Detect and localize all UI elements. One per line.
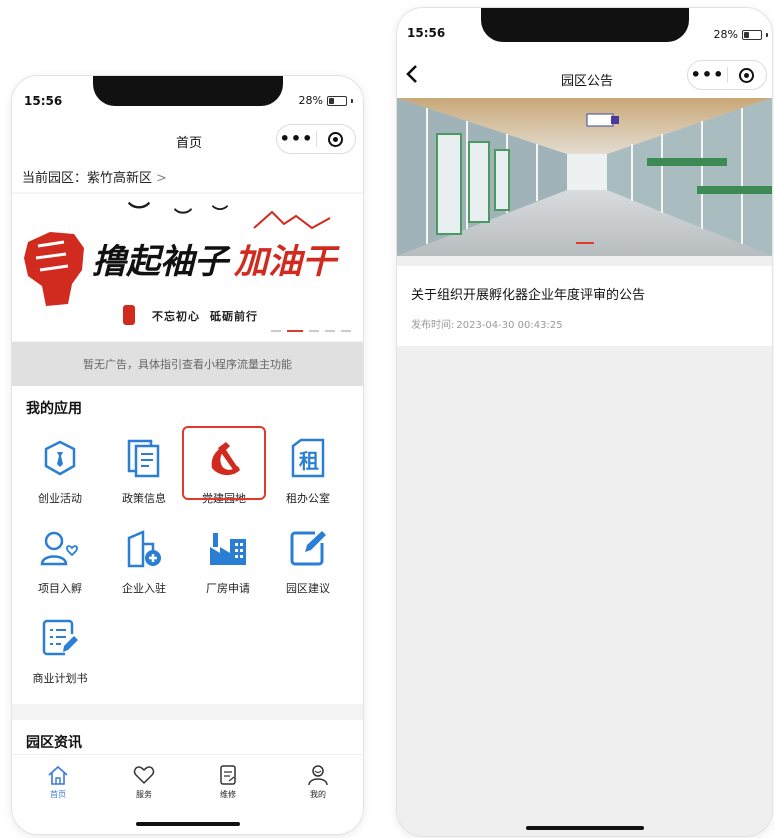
home-indicator (135, 822, 240, 826)
factory-icon (208, 528, 248, 568)
app-policy-info[interactable]: 政策信息 (104, 438, 184, 506)
close-miniprogram-button[interactable] (728, 67, 766, 83)
bird-icon: ︶ (174, 208, 192, 229)
section-title: 园区资讯 (26, 735, 82, 751)
page-title: 园区公告 (561, 74, 614, 89)
rent-building-icon: 租 (288, 438, 328, 478)
slogan-red: 加油干 (234, 242, 336, 282)
app-enterprise-settle[interactable]: 企业入驻 (104, 528, 184, 596)
app-park-suggestion[interactable]: 园区建议 (268, 528, 348, 596)
svg-text:租: 租 (299, 449, 319, 473)
tab-service[interactable]: 服务 (114, 763, 174, 800)
heart-icon (114, 763, 174, 787)
status-time: 15:56 (407, 26, 446, 40)
carousel-dots (575, 242, 594, 244)
checklist-pen-icon (40, 618, 80, 658)
hammer-sickle-icon (204, 438, 244, 478)
notice-time: 发布时间: 2023-04-30 00:43:25 (411, 316, 563, 331)
target-icon (739, 67, 755, 83)
app-business-plan[interactable]: 商业计划书 (20, 618, 100, 686)
bird-icon: ︶ (128, 202, 151, 227)
page-title: 首页 (176, 136, 203, 151)
notice-title: 关于组织开展孵化器企业年度评审的公告 (411, 288, 646, 303)
ad-placeholder: 暂无广告，具体指引查看小程序流量主功能 (12, 342, 363, 386)
edit-square-icon (288, 528, 328, 568)
app-startup-activities[interactable]: 创业活动 (20, 438, 100, 506)
time-label: 发布时间: (411, 320, 455, 331)
person-heart-icon (40, 528, 80, 568)
building-plus-icon (124, 528, 164, 568)
mountain-icon (253, 210, 331, 230)
shield-tie-icon (40, 438, 80, 478)
app-project-incubation[interactable]: 项目入孵 (20, 528, 100, 596)
time-value: 2023-04-30 00:43:25 (456, 320, 563, 331)
chevron-right-icon: > (156, 171, 167, 186)
tab-mine[interactable]: 我的 (288, 763, 348, 800)
banner-carousel[interactable]: ︶ ︶ ︶ 撸起袖子 加油干 不忘初心 砥砺前行 (12, 194, 363, 341)
section-title: 我的应用 (26, 401, 82, 417)
tab-repair[interactable]: 维修 (198, 763, 258, 800)
notch (92, 76, 283, 106)
mini-program-capsule: ••• (687, 60, 767, 90)
bird-icon: ︶ (212, 204, 229, 223)
slogan-black: 撸起袖子 (92, 242, 228, 282)
target-icon (328, 131, 344, 147)
home-icon (28, 763, 88, 787)
battery-percent: 28% (713, 28, 738, 41)
status-time: 15:56 (24, 94, 63, 108)
corridor-image (397, 98, 772, 256)
notice-detail-screen: 15:56 28% 园区公告 ••• 关于组织开展孵化器企业年度评审的公告 发布… (397, 8, 772, 836)
battery-percent: 28% (298, 94, 323, 107)
battery-icon (327, 95, 347, 106)
battery-indicator: 28% (299, 94, 353, 107)
app-factory-apply[interactable]: 厂房申请 (188, 528, 268, 596)
document-stack-icon (124, 438, 164, 478)
battery-indicator: 28% (714, 28, 768, 41)
home-indicator (525, 826, 644, 830)
more-button[interactable]: ••• (277, 125, 316, 153)
park-label: 当前园区：紫竹高新区 (22, 171, 153, 186)
app-party-building[interactable]: 党建园地 (182, 426, 266, 505)
park-selector[interactable]: 当前园区：紫竹高新区 > (22, 167, 167, 186)
carousel-dots (271, 330, 351, 332)
notice-item[interactable]: 关于组织开展孵化器企业年度评审的公告 发布时间: 2023-04-30 00:43… (397, 266, 772, 346)
fist-icon (24, 232, 84, 306)
banner-motto: 不忘初心 砥砺前行 (152, 310, 258, 323)
clipboard-icon (198, 763, 258, 787)
more-button[interactable]: ••• (688, 61, 727, 89)
home-screen: 15:56 28% 首页 ••• 当前园区：紫竹高新区 > ︶ ︶ ︶ 撸起袖子… (12, 76, 363, 834)
close-miniprogram-button[interactable] (317, 131, 355, 147)
header: 15:56 28% 首页 ••• 当前园区：紫竹高新区 > (12, 76, 363, 192)
back-chevron-icon (406, 65, 417, 83)
header: 15:56 28% 园区公告 ••• (397, 8, 772, 98)
battery-icon (742, 29, 762, 40)
tab-home[interactable]: 首页 (28, 763, 88, 800)
tab-bar: 首页 服务 维修 我的 (12, 754, 363, 834)
user-icon (288, 763, 348, 787)
back-button[interactable] (405, 64, 419, 88)
my-apps-section: 我的应用 创业活动 政策信息 党建园地 租 租办公室 项目入孵 企业入驻 厂房申… (12, 386, 363, 704)
seal-icon (123, 305, 135, 325)
mini-program-capsule: ••• (276, 124, 356, 154)
notch (480, 8, 689, 42)
app-rent-office[interactable]: 租 租办公室 (268, 438, 348, 506)
park-corridor-photo[interactable] (397, 98, 772, 256)
